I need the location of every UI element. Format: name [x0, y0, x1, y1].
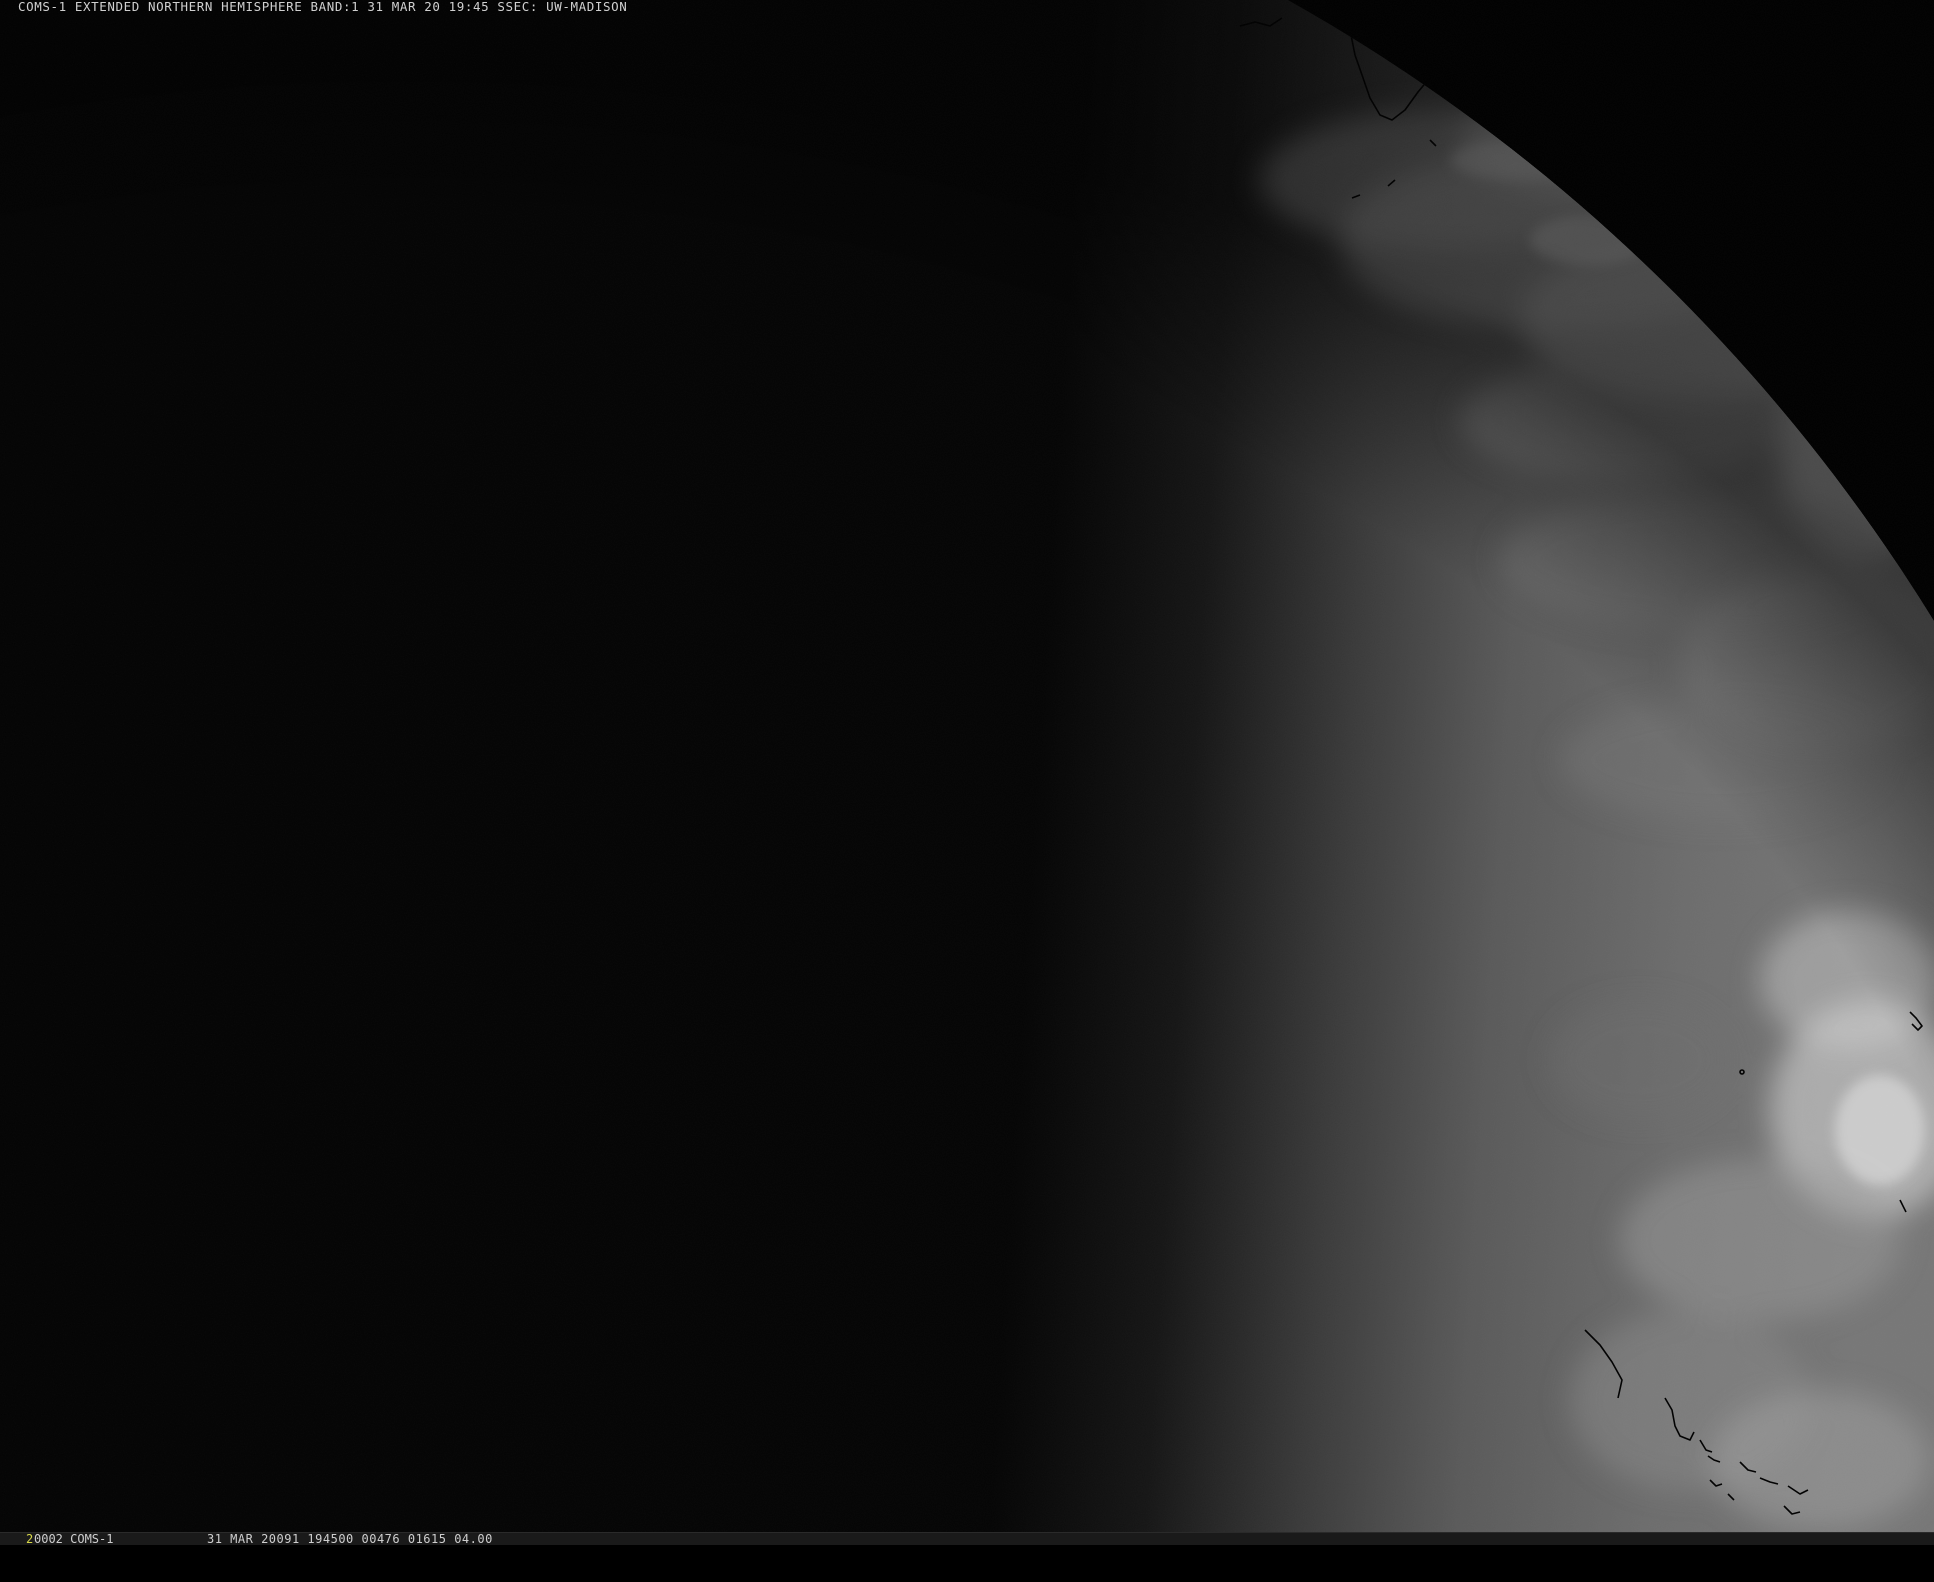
frame-id: 0002 COMS-1: [34, 1532, 114, 1546]
satellite-image: [0, 0, 1934, 1532]
frame-info: 31 MAR 20091 194500 00476 01615 04.00: [207, 1532, 493, 1546]
status-bar: 2 0002 COMS-1 31 MAR 20091 194500 00476 …: [0, 1532, 1934, 1545]
frame-number: 2: [26, 1532, 34, 1546]
image-caption: COMS-1 EXTENDED NORTHERN HEMISPHERE BAND…: [18, 0, 628, 14]
